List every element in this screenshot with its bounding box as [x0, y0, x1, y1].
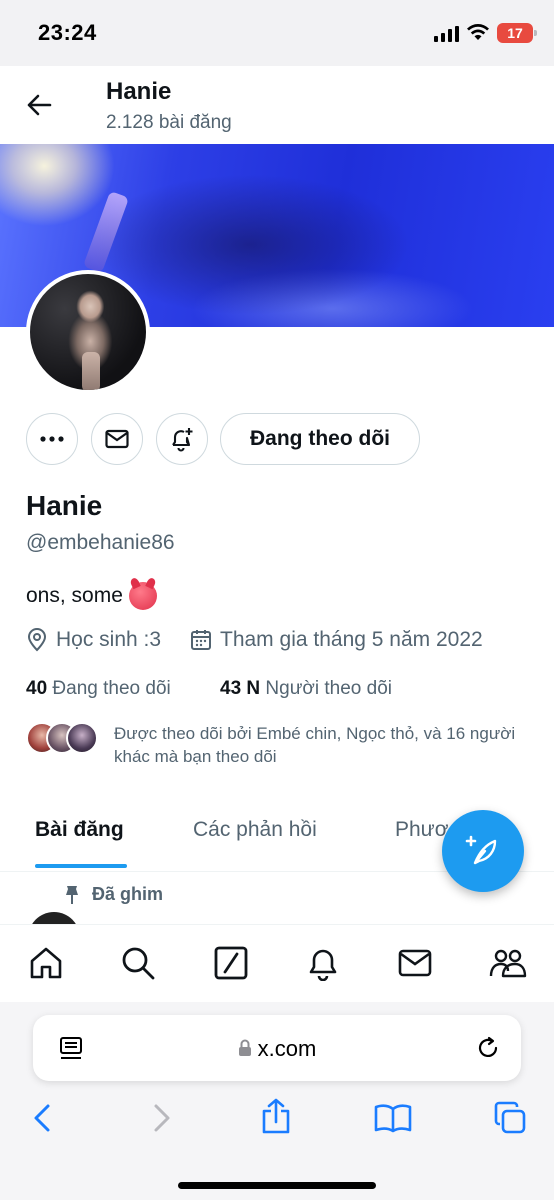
browser-back-button[interactable]	[22, 1098, 62, 1138]
header-title: Hanie	[106, 78, 172, 105]
url-display[interactable]: x.com	[33, 1036, 521, 1062]
profile-header: Hanie 2.128 bài đăng	[0, 66, 554, 144]
tab-highlights[interactable]: Phươ	[395, 818, 449, 842]
message-button[interactable]	[91, 413, 143, 465]
profile-name: Hanie	[26, 490, 103, 521]
back-icon	[34, 1104, 50, 1132]
battery-indicator: 17	[497, 23, 537, 43]
calendar-icon	[191, 630, 211, 650]
followers-count-link[interactable]: 43 N Người theo dõi	[220, 678, 392, 700]
header-post-count: 2.128 bài đăng	[106, 112, 232, 133]
pin-icon	[66, 885, 78, 904]
address-bar[interactable]: x.com	[33, 1015, 521, 1081]
browser-toolbar: x.com	[0, 1002, 554, 1200]
compose-post-button[interactable]	[442, 810, 524, 892]
profile-bio: ons, some	[26, 582, 157, 610]
devil-emoji-icon	[128, 582, 157, 610]
tabs-icon	[494, 1101, 526, 1134]
joined-text: Tham gia tháng 5 năm 2022	[220, 628, 483, 651]
avatar-figure	[82, 352, 100, 390]
arrow-left-icon	[27, 94, 52, 116]
nav-notifications[interactable]	[303, 943, 343, 983]
feather-plus-icon	[465, 835, 497, 865]
following-count-link[interactable]: 40 Đang theo dõi	[26, 678, 171, 700]
tabs-button[interactable]	[490, 1098, 530, 1138]
avatar	[66, 722, 98, 754]
home-indicator	[178, 1182, 376, 1189]
grok-icon	[214, 946, 248, 980]
lock-icon	[238, 1039, 251, 1056]
more-icon	[40, 436, 64, 442]
location-text: Học sinh :3	[56, 628, 162, 651]
followers-label: Người theo dõi	[265, 678, 393, 699]
cellular-signal-icon	[434, 26, 459, 42]
mail-icon	[105, 429, 129, 449]
pinned-text: Đã ghim	[92, 884, 164, 904]
followers-count: 43 N	[220, 678, 261, 699]
status-time: 23:24	[38, 20, 97, 45]
bell-plus-icon	[172, 428, 193, 452]
profile-handle: @embehanie86	[26, 531, 175, 554]
share-icon	[262, 1098, 290, 1134]
nav-home[interactable]	[26, 943, 66, 983]
following-count: 40	[26, 678, 48, 699]
share-button[interactable]	[256, 1096, 296, 1136]
communities-icon	[489, 949, 527, 978]
nav-messages[interactable]	[395, 943, 435, 983]
following-label: Đang theo dõi	[52, 678, 171, 699]
url-text: x.com	[257, 1036, 317, 1061]
followed-by-text: Được theo dõi bởi Embé chin, Ngọc thỏ, v…	[114, 724, 516, 766]
back-button[interactable]	[22, 88, 56, 122]
location-item: Học sinh :3	[26, 628, 161, 652]
active-tab-indicator	[35, 864, 127, 868]
more-options-button[interactable]	[26, 413, 78, 465]
followers-you-know-avatars	[26, 722, 98, 756]
tab-replies[interactable]: Các phản hồi	[193, 818, 317, 842]
forward-icon	[154, 1104, 170, 1132]
status-bar: 23:24 17	[0, 0, 554, 66]
bell-icon	[309, 949, 337, 981]
nav-search[interactable]	[118, 943, 158, 983]
nav-communities[interactable]	[488, 943, 528, 983]
profile-avatar[interactable]	[26, 270, 150, 394]
home-icon	[30, 947, 62, 979]
nav-grok[interactable]	[211, 943, 251, 983]
tab-posts[interactable]: Bài đăng	[35, 818, 124, 842]
joined-item: Tham gia tháng 5 năm 2022	[190, 628, 483, 652]
wifi-icon	[467, 24, 489, 40]
search-icon	[122, 947, 155, 980]
bookmarks-icon	[374, 1104, 412, 1133]
pinned-label: Đã ghim	[64, 884, 163, 905]
followed-by[interactable]: Được theo dõi bởi Embé chin, Ngọc thỏ, v…	[26, 720, 526, 770]
notifications-button[interactable]	[156, 413, 208, 465]
location-pin-icon	[27, 628, 47, 652]
bio-text: ons, some	[26, 584, 123, 607]
following-button[interactable]: Đang theo dõi	[220, 413, 420, 465]
mail-icon	[398, 949, 432, 977]
bottom-navigation	[0, 924, 554, 1002]
browser-forward-button[interactable]	[142, 1098, 182, 1138]
bookmarks-button[interactable]	[373, 1098, 413, 1138]
reload-icon[interactable]	[475, 1035, 501, 1061]
banner-decoration	[82, 190, 130, 274]
